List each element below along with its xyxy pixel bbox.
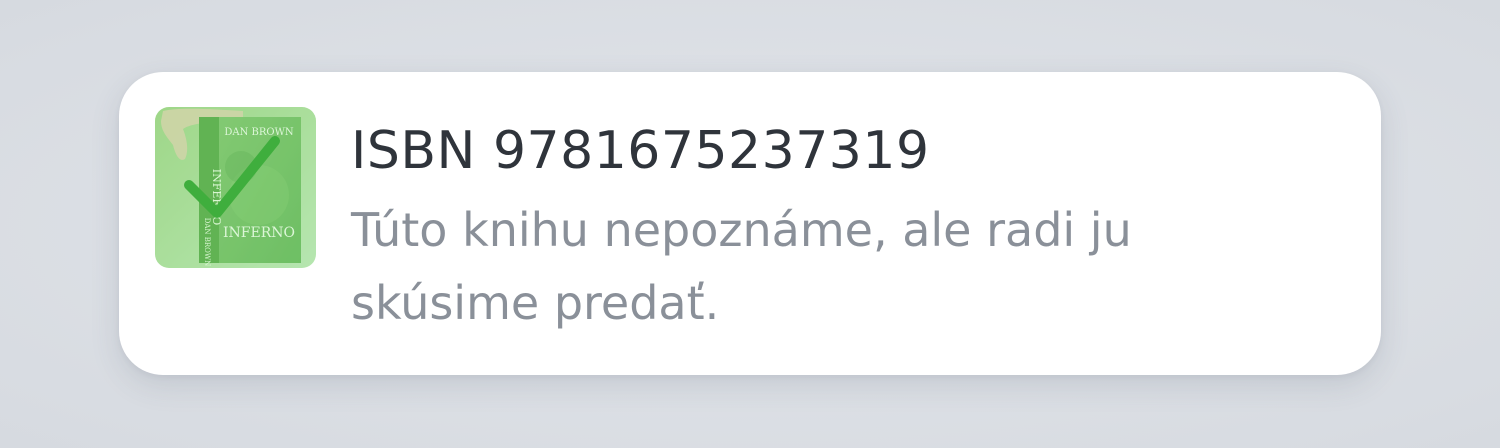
isbn-title: ISBN 9781675237319 xyxy=(351,121,930,181)
isbn-result-card[interactable]: DAN BROWN INFERNO INFERNO DAN BROWN ISBN… xyxy=(119,72,1381,375)
notification-text: ISBN 9781675237319 Túto knihu nepoznáme,… xyxy=(351,118,1311,340)
status-message: Túto knihu nepoznáme, ale radi ju skúsim… xyxy=(351,203,1132,330)
book-cover-thumbnail: DAN BROWN INFERNO INFERNO DAN BROWN xyxy=(155,107,316,268)
